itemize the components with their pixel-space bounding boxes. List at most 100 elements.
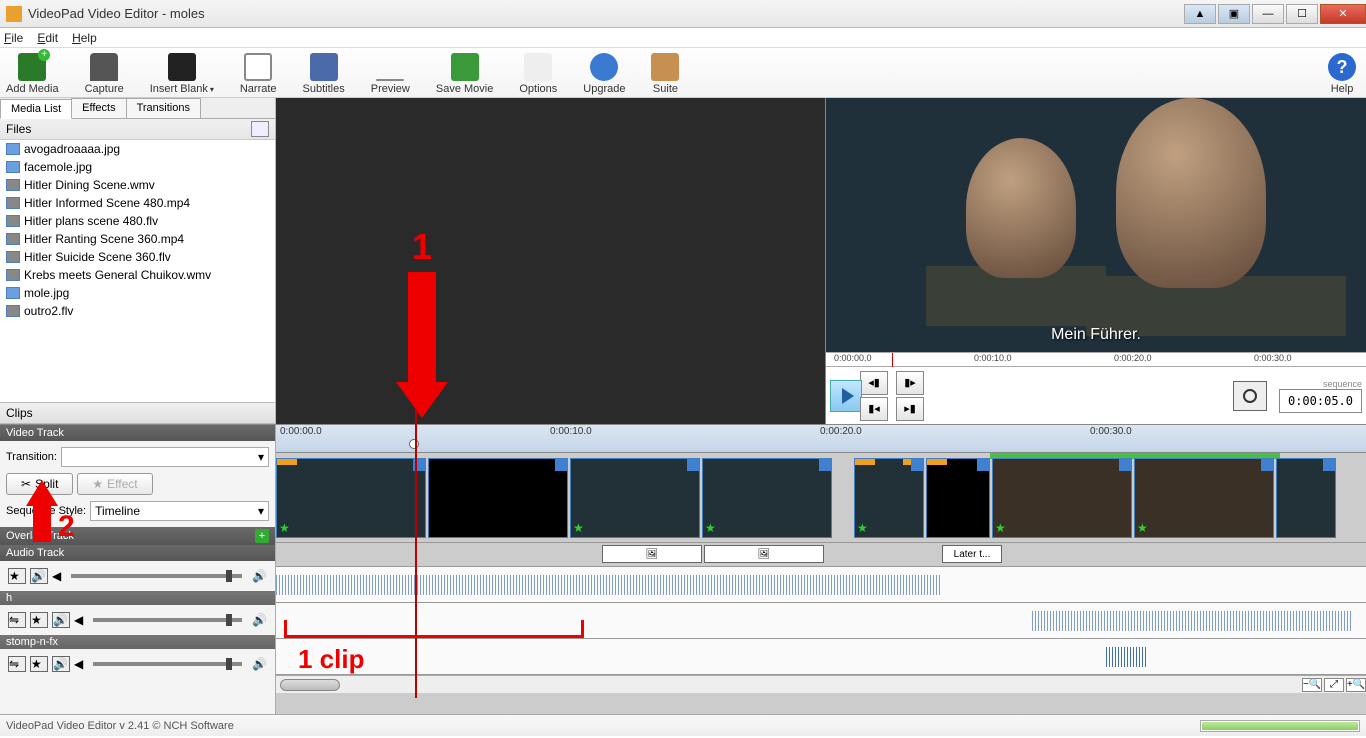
file-item[interactable]: outro2.flv (0, 302, 275, 320)
clip-effect-icon: ★ (705, 521, 716, 535)
capture-button[interactable]: Capture (85, 53, 124, 95)
audio-track-lane-master[interactable] (276, 567, 1366, 603)
file-item[interactable]: Hitler Ranting Scene 360.mp4 (0, 230, 275, 248)
timeline-clip[interactable]: ★ (992, 458, 1132, 538)
timeline-ruler[interactable]: 0:00:00.00:00:10.00:00:20.00:00:30.0 (276, 425, 1366, 453)
play-button[interactable] (830, 380, 862, 412)
timeline-clip[interactable] (428, 458, 568, 538)
goto-end-button[interactable]: ▸▮ (896, 397, 924, 421)
file-item[interactable]: Krebs meets General Chuikov.wmv (0, 266, 275, 284)
aux-button-1[interactable]: ▲ (1184, 4, 1216, 24)
transition-select[interactable]: ▾ (61, 447, 269, 467)
ruler-tick: 0:00:20.0 (1114, 353, 1152, 363)
playhead[interactable] (409, 439, 419, 449)
audio-mute-button[interactable]: 🔊 (52, 612, 70, 628)
overlay-clip[interactable]: 🖼 (704, 545, 824, 563)
save-movie-button[interactable]: Save Movie (436, 53, 493, 95)
preview-button[interactable]: Preview (371, 79, 410, 95)
preview-ruler[interactable]: 0:00:00.00:00:10.00:00:20.00:00:30.0 (826, 352, 1366, 366)
insert-blank-button[interactable]: Insert Blank▾ (150, 53, 214, 95)
audio-subtrack-1-row: ⇋ ★ 🔊 ◀🔊 (0, 605, 275, 635)
clip-effect-icon: ★ (857, 521, 868, 535)
file-list[interactable]: avogadroaaaa.jpgfacemole.jpgHitler Dinin… (0, 140, 275, 402)
timeline-clip[interactable]: ★ (1134, 458, 1274, 538)
next-frame-button[interactable]: ▮▸ (896, 371, 924, 395)
timeline-clip[interactable]: ★ (702, 458, 832, 538)
audio-star-button[interactable]: ★ (30, 656, 48, 672)
audio-track-lane-2[interactable] (276, 639, 1366, 675)
scrollbar-thumb[interactable] (280, 679, 340, 691)
options-button[interactable]: Options (519, 53, 557, 95)
subtitles-button[interactable]: Subtitles (303, 53, 345, 95)
clip-menu-icon[interactable] (687, 459, 699, 471)
snapshot-button[interactable] (1233, 381, 1267, 411)
clip-menu-icon[interactable] (911, 459, 923, 471)
clip-monitor (276, 98, 826, 424)
progress-bar (1200, 720, 1360, 732)
file-name: Hitler Ranting Scene 360.mp4 (24, 232, 184, 246)
close-button[interactable]: ✕ (1320, 4, 1366, 24)
overlay-label: Overlay Track (6, 530, 74, 542)
audio-link-button[interactable]: ⇋ (8, 656, 26, 672)
tab-media-list[interactable]: Media List (0, 99, 72, 119)
options-label: Options (519, 83, 557, 95)
split-button[interactable]: ✂ Split (6, 473, 73, 495)
clip-menu-icon[interactable] (977, 459, 989, 471)
file-item[interactable]: Hitler Informed Scene 480.mp4 (0, 194, 275, 212)
minimize-button[interactable]: — (1252, 4, 1284, 24)
audio-star-button[interactable]: ★ (30, 612, 48, 628)
overlay-clip[interactable]: Later t... (942, 545, 1002, 563)
overlay-track-lane[interactable]: 🖼 🖼 Later t... (276, 543, 1366, 567)
suite-button[interactable]: Suite (651, 53, 679, 95)
file-item[interactable]: mole.jpg (0, 284, 275, 302)
suite-icon (651, 53, 679, 81)
help-button[interactable]: ?Help (1328, 53, 1356, 95)
file-item[interactable]: facemole.jpg (0, 158, 275, 176)
files-view-toggle[interactable] (251, 121, 269, 137)
maximize-button[interactable]: ☐ (1286, 4, 1318, 24)
file-item[interactable]: Hitler Dining Scene.wmv (0, 176, 275, 194)
clip-menu-icon[interactable] (1119, 459, 1131, 471)
video-track-lane[interactable]: ★ ★ ★ ★ ★ ★ (276, 453, 1366, 543)
tab-effects[interactable]: Effects (71, 98, 126, 118)
clip-menu-icon[interactable] (1261, 459, 1273, 471)
clip-menu-icon[interactable] (1323, 459, 1335, 471)
timeline-clip[interactable]: ★ (570, 458, 700, 538)
upgrade-button[interactable]: Upgrade (583, 53, 625, 95)
prev-frame-button[interactable]: ◂▮ (860, 371, 888, 395)
overlay-clip[interactable]: 🖼 (602, 545, 702, 563)
timeline-scrollbar[interactable]: −🔍 ⤢ +🔍 (276, 675, 1366, 693)
file-item[interactable]: avogadroaaaa.jpg (0, 140, 275, 158)
audio-volume-slider[interactable] (93, 662, 242, 666)
clips-header: Clips (0, 402, 275, 424)
menu-edit[interactable]: Edit (37, 31, 58, 45)
audio-subtrack-1-header: h (0, 591, 275, 605)
goto-start-button[interactable]: ▮◂ (860, 397, 888, 421)
zoom-out-button[interactable]: −🔍 (1302, 678, 1322, 692)
tab-transitions[interactable]: Transitions (126, 98, 201, 118)
zoom-fit-button[interactable]: ⤢ (1324, 678, 1344, 692)
add-media-button[interactable]: Add Media (6, 53, 59, 95)
menu-file[interactable]: File (4, 31, 23, 45)
aux-button-2[interactable]: ▣ (1218, 4, 1250, 24)
narrate-button[interactable]: Narrate (240, 53, 277, 95)
file-item[interactable]: Hitler plans scene 480.flv (0, 212, 275, 230)
clip-menu-icon[interactable] (819, 459, 831, 471)
file-item[interactable]: Hitler Suicide Scene 360.flv (0, 248, 275, 266)
effect-button[interactable]: ★ Effect (77, 473, 152, 495)
audio-mute-button[interactable]: 🔊 (30, 568, 48, 584)
audio-mute-button[interactable]: 🔊 (52, 656, 70, 672)
audio-star-button[interactable]: ★ (8, 568, 26, 584)
clip-menu-icon[interactable] (555, 459, 567, 471)
seqstyle-select[interactable]: Timeline▾ (90, 501, 269, 521)
timeline-clip[interactable]: ★ (276, 458, 426, 538)
audio-volume-slider[interactable] (71, 574, 242, 578)
timeline-clip[interactable] (926, 458, 990, 538)
timeline-clip[interactable] (1276, 458, 1336, 538)
zoom-in-button[interactable]: +🔍 (1346, 678, 1366, 692)
audio-link-button[interactable]: ⇋ (8, 612, 26, 628)
timeline-clip[interactable]: ★ (854, 458, 924, 538)
add-overlay-button[interactable]: + (255, 529, 269, 543)
menu-help[interactable]: Help (72, 31, 97, 45)
audio-volume-slider[interactable] (93, 618, 242, 622)
